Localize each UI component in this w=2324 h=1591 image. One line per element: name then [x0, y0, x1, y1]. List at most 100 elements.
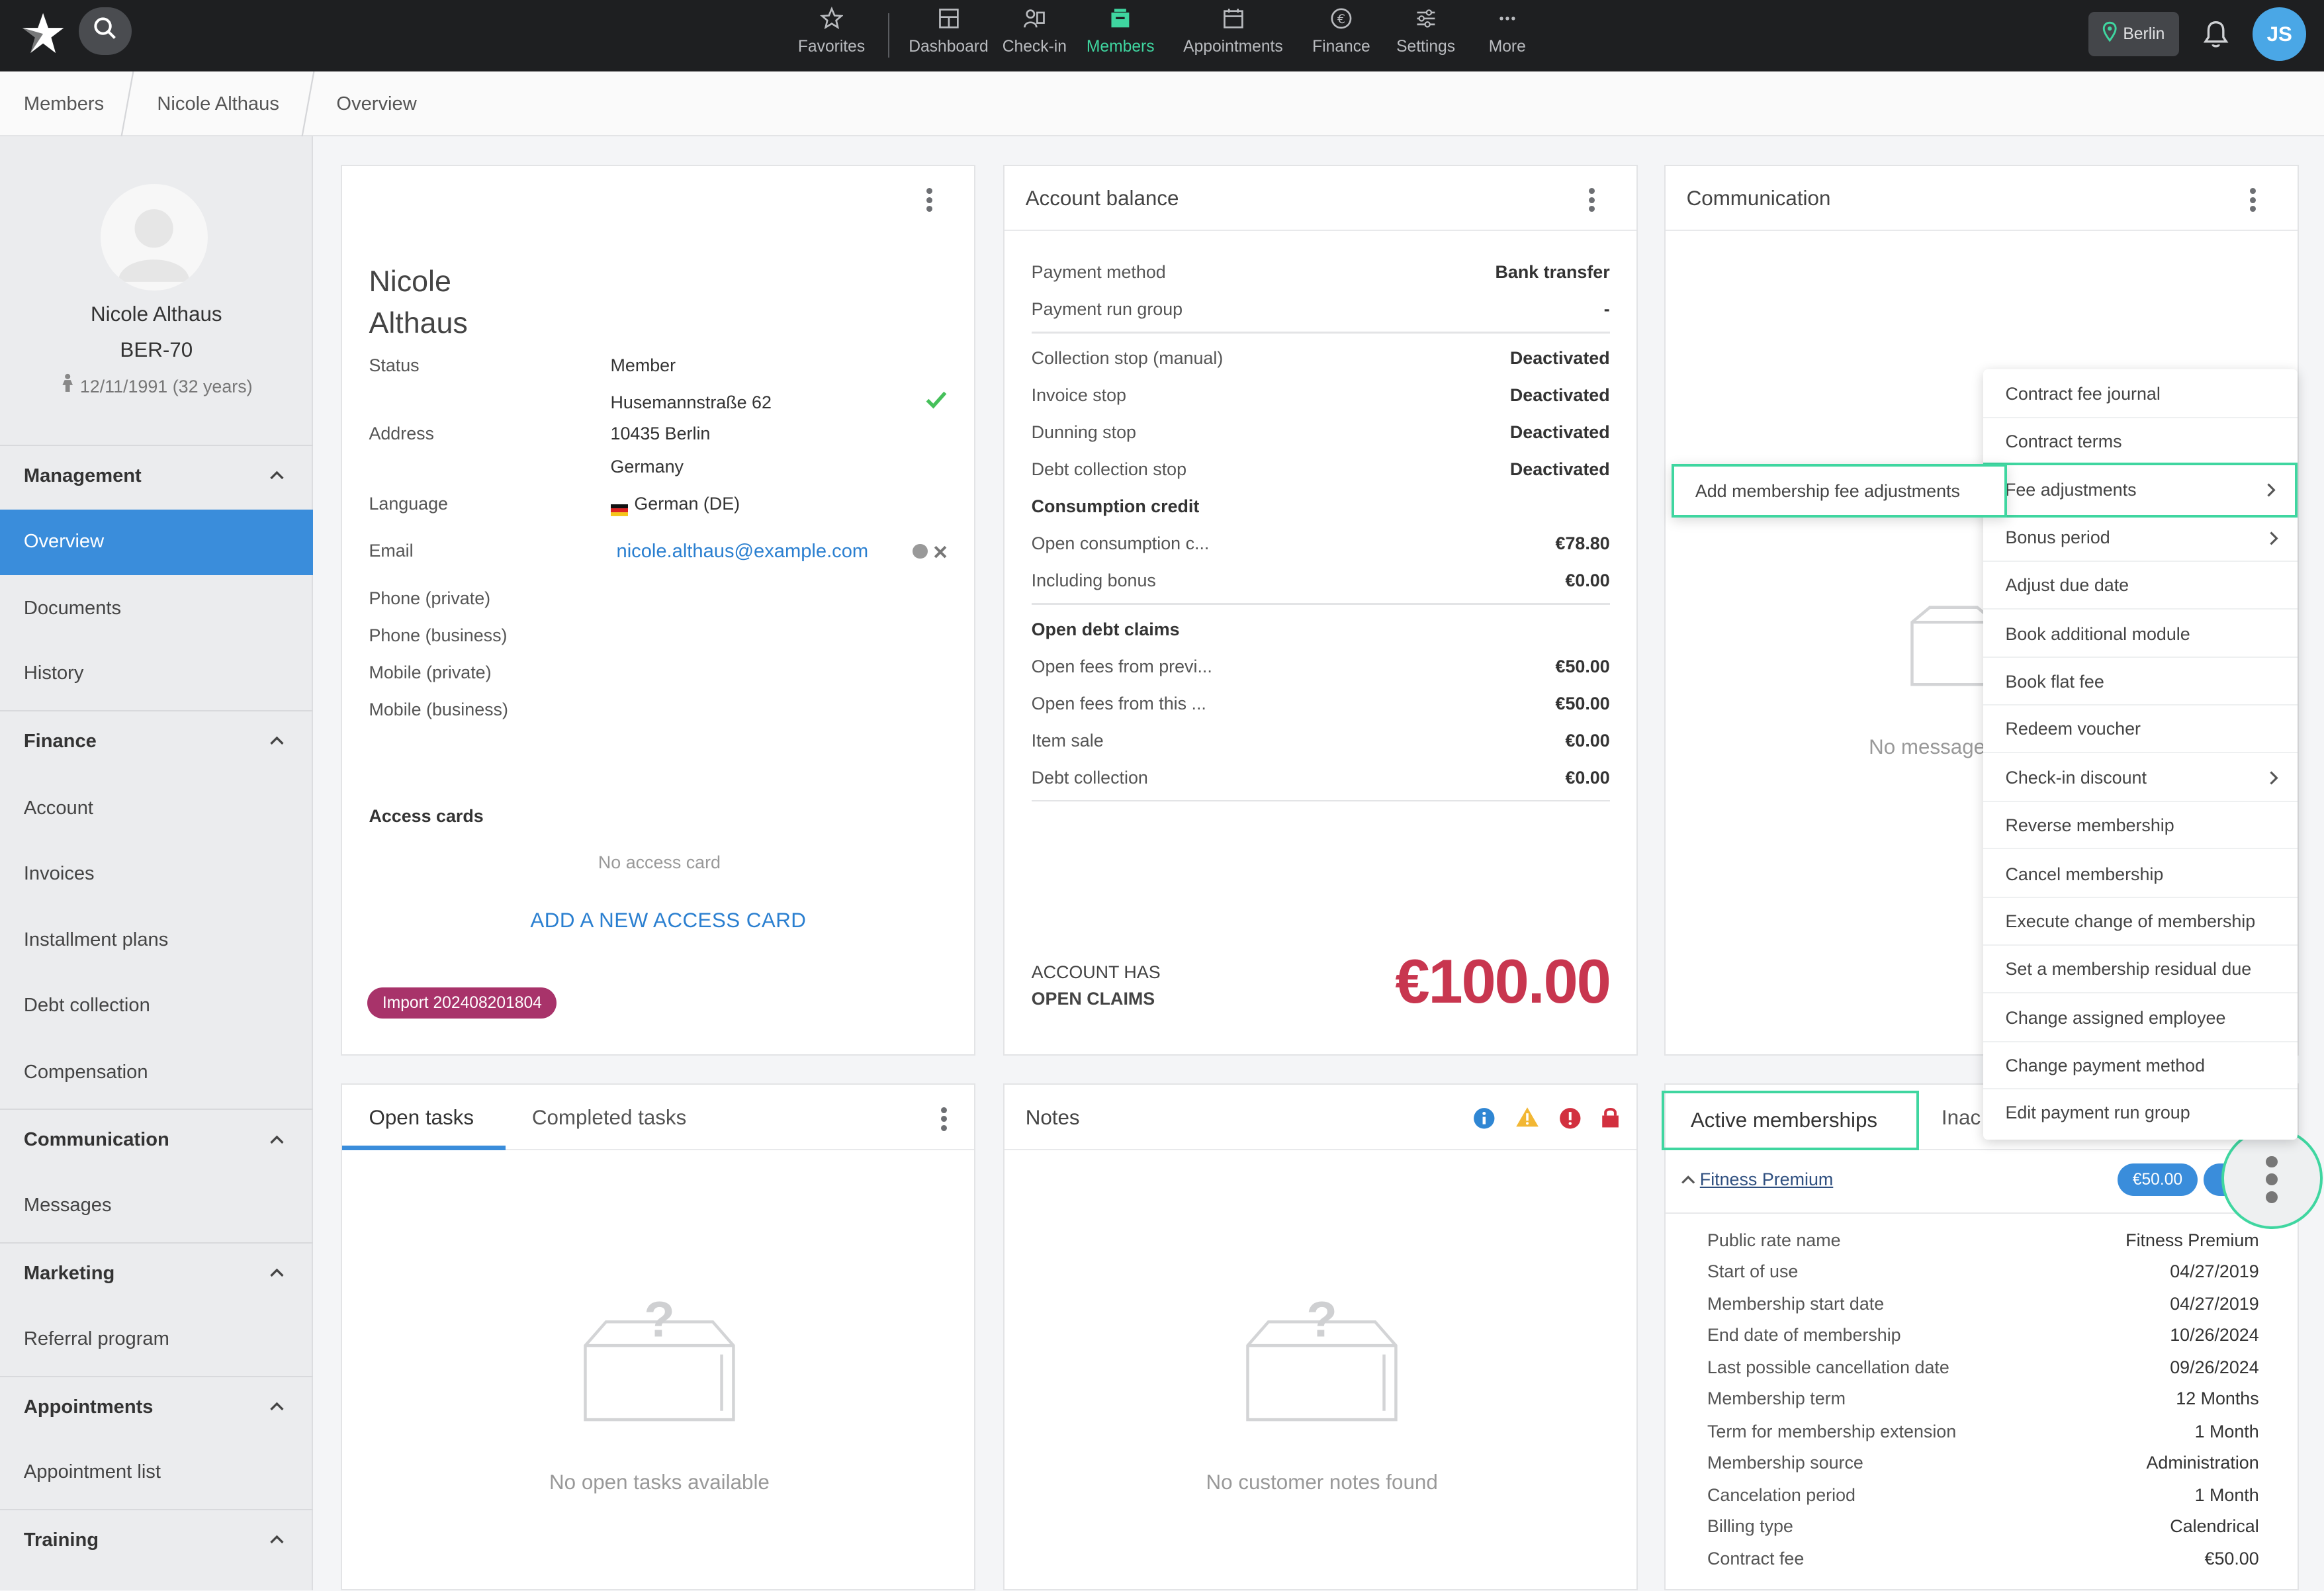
nav-settings[interactable]: Settings — [1389, 0, 1463, 71]
fee-adjustments-submenu[interactable]: Add membership fee adjustments — [1672, 464, 2007, 518]
tab-completed-tasks[interactable]: Completed tasks — [532, 1106, 686, 1130]
breadcrumb-members[interactable]: Members — [24, 71, 104, 137]
no-messages-text: No message — [1869, 735, 1986, 758]
card-header: Notes — [1005, 1085, 1636, 1150]
sidebar-item-compensation[interactable]: Compensation — [0, 1040, 313, 1106]
svg-text:?: ? — [644, 1295, 675, 1348]
menu-item-set-residual-due[interactable]: Set a membership residual due — [1983, 946, 2298, 993]
sidebar-section-marketing[interactable]: Marketing — [0, 1242, 313, 1308]
nav-appointments[interactable]: Appointments — [1169, 0, 1297, 71]
sidebar-section-finance[interactable]: Finance — [0, 709, 313, 776]
sidebar-item-overview[interactable]: Overview — [0, 510, 313, 576]
language-label: Language — [369, 493, 448, 514]
menu-item-book-flat-fee[interactable]: Book flat fee — [1983, 658, 2298, 706]
nav-more[interactable]: More — [1474, 0, 1540, 71]
add-access-card-button[interactable]: ADD A NEW ACCESS CARD — [342, 909, 995, 932]
lock-icon[interactable] — [1601, 1106, 1620, 1128]
menu-item-edit-payment-run-group[interactable]: Edit payment run group — [1983, 1089, 2298, 1137]
user-avatar[interactable]: JS — [2253, 7, 2307, 61]
kebab-menu-icon[interactable] — [934, 1104, 954, 1134]
menu-item-cancel-membership[interactable]: Cancel membership — [1983, 851, 2298, 899]
sidebar-item-documents[interactable]: Documents — [0, 576, 313, 642]
chevron-up-icon — [270, 1268, 284, 1277]
import-tag-badge[interactable]: Import 202408201804 — [367, 987, 557, 1019]
star-icon — [819, 4, 844, 34]
person-icon — [60, 374, 75, 397]
info-icon[interactable] — [1473, 1107, 1496, 1130]
alert-icon[interactable] — [1559, 1107, 1582, 1130]
kebab-menu-icon[interactable] — [1582, 185, 1602, 215]
breadcrumb-member-name[interactable]: Nicole Althaus — [157, 71, 279, 137]
menu-item-redeem-voucher[interactable]: Redeem voucher — [1983, 705, 2298, 753]
sidebar-section-communication[interactable]: Communication — [0, 1109, 313, 1174]
menu-item-change-payment-method[interactable]: Change payment method — [1983, 1042, 2298, 1090]
email-status-dot-icon — [913, 543, 928, 559]
sidebar-item-debt-collection[interactable]: Debt collection — [0, 974, 313, 1040]
close-icon[interactable] — [934, 545, 947, 559]
chevron-up-icon — [270, 471, 284, 480]
menu-item-contract-terms[interactable]: Contract terms — [1983, 418, 2298, 466]
breadcrumb: Members Nicole Althaus Overview — [0, 71, 2324, 137]
divider — [1666, 1212, 2298, 1214]
address-line-3: Germany — [610, 456, 684, 477]
balance-row: Collection stop (manual) Deactivated — [1031, 348, 1610, 369]
profile-avatar[interactable] — [101, 183, 208, 291]
nav-members[interactable]: Members — [1079, 0, 1162, 71]
nav-favorites[interactable]: Favorites — [785, 0, 877, 71]
sidebar-section-training[interactable]: Training — [0, 1509, 313, 1574]
menu-item-contract-fee-journal[interactable]: Contract fee journal — [1983, 371, 2298, 418]
menu-item-adjust-due-date[interactable]: Adjust due date — [1983, 562, 2298, 610]
email-label: Email — [369, 541, 414, 561]
sidebar-item-appointment-list[interactable]: Appointment list — [0, 1441, 313, 1506]
mobile-private-label: Mobile (private) — [369, 662, 492, 682]
menu-item-check-in-discount[interactable]: Check-in discount — [1983, 754, 2298, 802]
membership-actions-button[interactable] — [2221, 1128, 2323, 1229]
email-link[interactable]: nicole.althaus@example.com — [617, 541, 869, 563]
sidebar-item-installment-plans[interactable]: Installment plans — [0, 909, 313, 974]
chevron-right-icon — [2267, 483, 2276, 497]
sidebar-section-management[interactable]: Management — [0, 444, 313, 510]
sliders-icon — [1414, 4, 1438, 34]
balance-section-heading: Open debt claims — [1031, 619, 1180, 639]
sidebar-item-invoices[interactable]: Invoices — [0, 842, 313, 907]
balance-row: Dunning stop Deactivated — [1031, 422, 1610, 443]
menu-item-book-additional-module[interactable]: Book additional module — [1983, 611, 2298, 659]
membership-name-link[interactable]: Fitness Premium — [1700, 1169, 1834, 1190]
tab-active-memberships[interactable]: Active memberships — [1661, 1091, 1920, 1150]
app-logo-icon[interactable] — [18, 9, 68, 59]
notes-title: Notes — [1025, 1105, 1080, 1129]
chevron-up-icon — [270, 1135, 284, 1144]
search-button[interactable] — [78, 7, 132, 55]
chevron-up-icon — [270, 1535, 284, 1544]
top-navigation-bar: Favorites Dashboard Check-in Members App… — [0, 0, 2324, 71]
sidebar-section-appointments[interactable]: Appointments — [0, 1375, 313, 1441]
menu-item-fee-adjustments[interactable]: Fee adjustments — [1983, 462, 2298, 518]
kebab-menu-icon[interactable] — [2243, 185, 2263, 215]
menu-item-execute-change-of-membership[interactable]: Execute change of membership — [1983, 898, 2298, 946]
open-claims-label: ACCOUNT HAS OPEN CLAIMS — [1031, 962, 1161, 1009]
nav-check-in[interactable]: Check-in — [997, 0, 1071, 71]
sidebar-item-history[interactable]: History — [0, 642, 313, 707]
kebab-menu-icon[interactable] — [918, 185, 939, 215]
menu-item-bonus-period[interactable]: Bonus period — [1983, 514, 2298, 562]
nav-dashboard[interactable]: Dashboard — [907, 0, 990, 71]
membership-detail-row: Billing type Calendrical — [1707, 1516, 2259, 1537]
warning-icon[interactable] — [1515, 1106, 1540, 1128]
nav-finance[interactable]: € Finance — [1304, 0, 1378, 71]
notifications-bell-icon[interactable] — [2200, 18, 2232, 56]
location-selector[interactable]: Berlin — [2088, 11, 2179, 57]
membership-detail-row: Cancelation period 1 Month — [1707, 1485, 2259, 1506]
no-access-card-text: No access card — [598, 852, 721, 872]
status-label: Status — [369, 355, 420, 376]
tab-open-tasks[interactable]: Open tasks — [369, 1106, 474, 1130]
sidebar-item-messages[interactable]: Messages — [0, 1174, 313, 1240]
menu-item-reverse-membership[interactable]: Reverse membership — [1983, 802, 2298, 850]
balance-row: Payment run group - — [1031, 299, 1610, 320]
sidebar-item-referral-program[interactable]: Referral program — [0, 1307, 313, 1373]
members-icon — [1108, 4, 1132, 34]
sidebar-item-account[interactable]: Account — [0, 777, 313, 842]
menu-item-change-assigned-employee[interactable]: Change assigned employee — [1983, 995, 2298, 1042]
card-header: Account balance — [1005, 166, 1636, 232]
tab-inactive-memberships[interactable]: Inac — [1942, 1106, 1981, 1130]
chevron-up-icon[interactable] — [1681, 1174, 1695, 1186]
